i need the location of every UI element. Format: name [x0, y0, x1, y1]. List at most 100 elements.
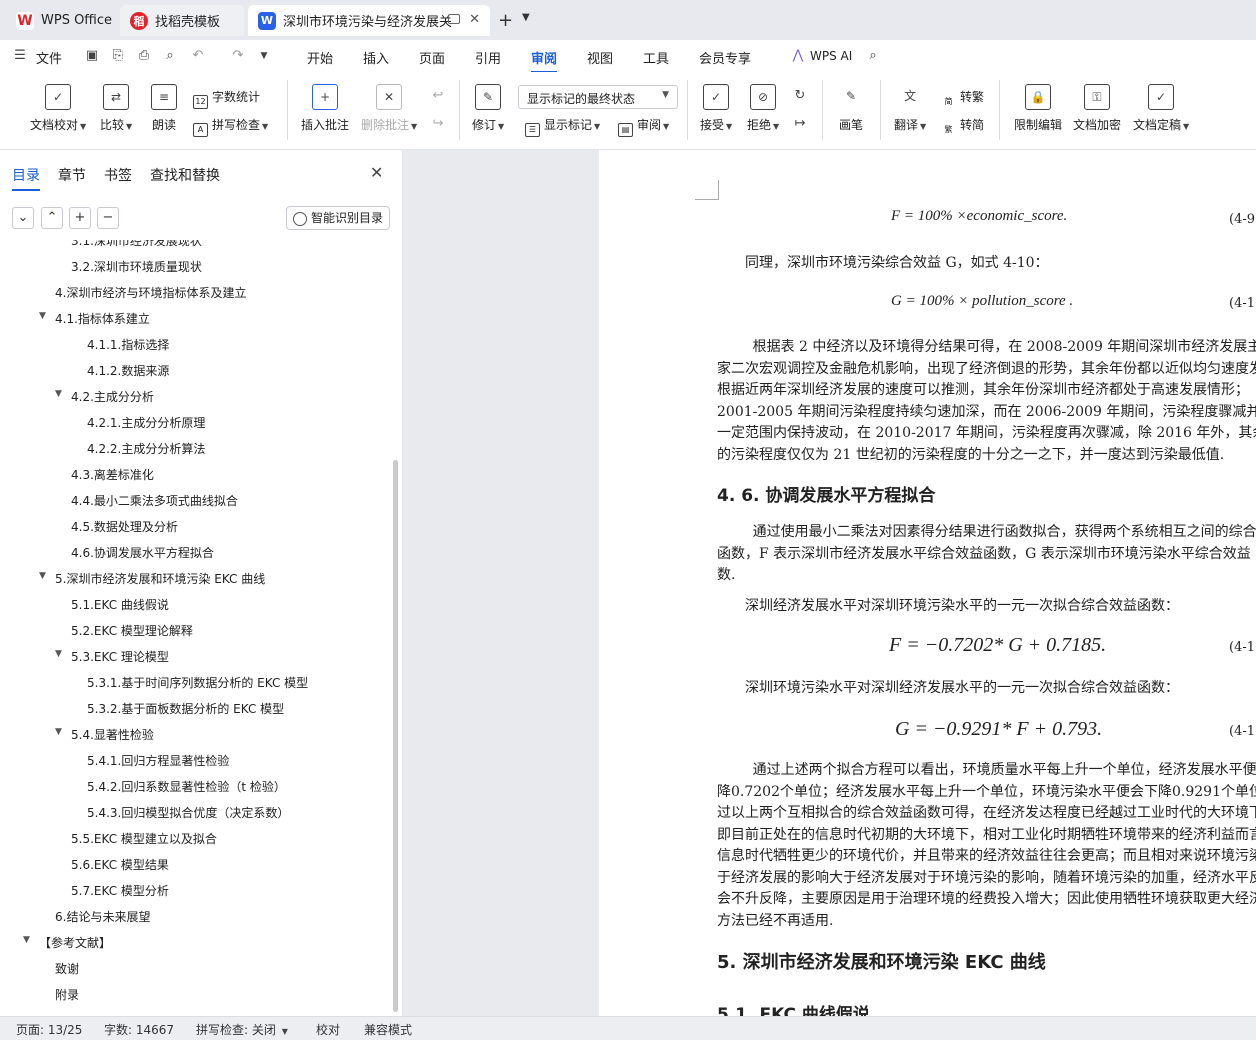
save-icon[interactable]: ▣ — [84, 48, 100, 64]
toc-item[interactable]: 4.5.数据处理及分析 — [71, 518, 178, 535]
toc-item[interactable]: 5.4.3.回归模型拟合优度（决定系数） — [87, 804, 289, 821]
menu-review[interactable]: 审阅 — [531, 48, 558, 73]
insert-comment-button[interactable]: 插入批注 — [301, 84, 349, 133]
tab-find-replace[interactable]: 查找和替换 — [150, 165, 220, 185]
expand-toggle-icon[interactable]: ▼ — [55, 727, 62, 737]
toc-item[interactable]: 附录 — [55, 986, 79, 1003]
next-change-icon[interactable]: ↦ — [792, 116, 808, 132]
read-aloud-button[interactable]: 朗读 — [151, 84, 177, 133]
toc-item[interactable]: ▼ 4.1.指标体系建立 — [39, 310, 150, 327]
hamburger-icon[interactable]: ☰ — [12, 48, 28, 64]
chevron-down-icon[interactable]: ▼ — [256, 48, 272, 64]
toc-item[interactable]: 4.2.1.主成分分析原理 — [87, 414, 205, 431]
chevron-down-icon[interactable]: ▼ — [522, 12, 530, 23]
tab-toc[interactable]: 目录 — [12, 165, 40, 191]
toc-item[interactable]: 5.4.2.回归系数显著性检验（t 检验） — [87, 778, 286, 795]
toc-item[interactable]: 5.6.EKC 模型结果 — [71, 856, 169, 873]
show-markup-button[interactable]: ☰ 显示标记 ▼ — [525, 116, 600, 137]
remove-heading-button[interactable]: − — [97, 207, 119, 229]
toc-item[interactable]: ▼ 5.深圳市经济发展和环境污染 EKC 曲线 — [39, 570, 265, 587]
toc-item[interactable]: 4.6.协调发展水平方程拟合 — [71, 544, 214, 561]
word-count-indicator[interactable]: 字数: 14667 — [104, 1021, 174, 1038]
toc-item[interactable]: 5.3.2.基于面板数据分析的 EKC 模型 — [87, 700, 284, 717]
toc-item[interactable]: ▼ 5.4.显著性检验 — [55, 726, 154, 743]
expand-toggle-icon[interactable]: ▼ — [39, 571, 46, 581]
spell-check-button[interactable]: A 拼写检查 ▼ — [193, 116, 268, 137]
menu-references[interactable]: 引用 — [475, 48, 501, 67]
collapse-all-button[interactable]: ⌄ — [12, 207, 34, 229]
expand-toggle-icon[interactable]: ▼ — [55, 389, 62, 399]
to-simplified-button[interactable]: 繁转简 — [941, 116, 985, 138]
delete-comment-button[interactable]: 删除批注▼ — [361, 84, 417, 133]
toc-item[interactable]: ▼ 4.2.主成分分析 — [55, 388, 154, 405]
reject-button[interactable]: 拒绝▼ — [747, 84, 779, 133]
tab-document[interactable]: W 深圳市环境污染与经济发展关系 ✕ — [248, 5, 490, 36]
toc-item[interactable]: 5.4.1.回归方程显著性检验 — [87, 752, 229, 769]
toc-item[interactable]: 5.1.EKC 曲线假说 — [71, 596, 169, 613]
proof-indicator[interactable]: 校对 — [316, 1021, 340, 1038]
doc-proof-button[interactable]: 文档校对▼ — [30, 84, 86, 133]
toc-item[interactable]: 4.3.离差标准化 — [71, 466, 154, 483]
share-icon[interactable]: ⎘ — [110, 48, 126, 64]
toc-item[interactable]: 5.3.1.基于时间序列数据分析的 EKC 模型 — [87, 674, 308, 691]
pen-button[interactable]: 画笔 — [838, 84, 864, 133]
tab-bookmarks[interactable]: 书签 — [104, 165, 132, 185]
menu-file[interactable]: 文件 — [36, 48, 62, 67]
doc-finalize-button[interactable]: 文档定稿▼ — [1133, 84, 1189, 133]
toc-item[interactable]: 致谢 — [55, 960, 79, 977]
document-page[interactable]: F = 100% ×economic_score. (4-9 同理，深圳市环境污… — [599, 150, 1256, 1016]
previous-change-icon[interactable]: ↻ — [792, 88, 808, 104]
restrict-edit-button[interactable]: 限制编辑 — [1014, 84, 1062, 133]
spell-check-indicator[interactable]: 拼写检查: 关闭 ▼ — [196, 1021, 288, 1038]
toc-item[interactable]: ▼ 【参考文献】 — [23, 934, 111, 951]
toc-item[interactable]: ▼ 5.3.EKC 理论模型 — [55, 648, 169, 665]
expand-up-button[interactable]: ⌃ — [41, 207, 63, 229]
word-count-button[interactable]: 12 字数统计 — [193, 88, 260, 109]
toc-item[interactable]: 4.4.最小二乘法多项式曲线拟合 — [71, 492, 238, 509]
toc-item[interactable]: 5.2.EKC 模型理论解释 — [71, 622, 193, 639]
menu-insert[interactable]: 插入 — [363, 48, 389, 67]
undo-icon[interactable]: ↶ — [190, 48, 206, 64]
compare-button[interactable]: 比较▼ — [100, 84, 132, 133]
search-icon[interactable]: ⌕ — [865, 48, 881, 64]
redo-icon[interactable]: ↷ — [230, 48, 246, 64]
toc-item[interactable]: 4.1.2.数据来源 — [87, 362, 169, 379]
screen-icon[interactable] — [448, 14, 460, 24]
toc-item[interactable]: 3.1.深圳市经济发展现状 — [71, 240, 202, 249]
menu-wps-ai[interactable]: WPS AI — [810, 49, 852, 63]
menu-view[interactable]: 视图 — [587, 48, 613, 67]
expand-toggle-icon[interactable]: ▼ — [55, 649, 62, 659]
page-indicator[interactable]: 页面: 13/25 — [16, 1021, 82, 1038]
markup-state-select[interactable]: 显示标记的最终状态 ▼ — [518, 85, 678, 109]
smart-toc-button[interactable]: 智能识别目录 — [286, 206, 390, 230]
close-icon[interactable]: ✕ — [370, 163, 383, 182]
menu-tools[interactable]: 工具 — [643, 48, 669, 67]
track-changes-button[interactable]: 修订▼ — [472, 84, 504, 133]
scrollbar[interactable] — [393, 460, 398, 1012]
close-icon[interactable]: ✕ — [469, 12, 480, 27]
expand-toggle-icon[interactable]: ▼ — [39, 311, 46, 321]
toc-item[interactable]: 4.1.1.指标选择 — [87, 336, 169, 353]
toc-item[interactable]: 5.7.EKC 模型分析 — [71, 882, 169, 899]
print-preview-icon[interactable]: ⌕ — [162, 48, 178, 64]
menu-page[interactable]: 页面 — [419, 48, 445, 67]
new-tab-button[interactable]: + — [498, 10, 513, 31]
doc-encrypt-button[interactable]: 文档加密 — [1073, 84, 1121, 133]
review-pane-button[interactable]: ▤ 审阅 ▼ — [618, 116, 669, 137]
to-traditional-button[interactable]: 简转繁 — [941, 88, 985, 110]
toc-item[interactable]: 6.结论与未来展望 — [55, 908, 150, 925]
menu-home[interactable]: 开始 — [307, 48, 333, 67]
tab-sections[interactable]: 章节 — [58, 165, 86, 185]
accept-button[interactable]: 接受▼ — [700, 84, 732, 133]
expand-toggle-icon[interactable]: ▼ — [23, 935, 30, 945]
toc-item[interactable]: 5.5.EKC 模型建立以及拟合 — [71, 830, 217, 847]
tab-wps-office[interactable]: W WPS Office — [6, 5, 116, 36]
print-icon[interactable]: ⎙ — [136, 48, 152, 64]
menu-member[interactable]: 会员专享 — [699, 48, 751, 67]
toc-item[interactable]: 4.2.2.主成分分析算法 — [87, 440, 205, 457]
previous-comment-icon[interactable]: ↩ — [430, 88, 446, 104]
add-heading-button[interactable]: + — [69, 207, 91, 229]
tab-templates[interactable]: 稻 找稻壳模板 — [120, 5, 244, 36]
translate-button[interactable]: 翻译▼ — [894, 84, 926, 133]
next-comment-icon[interactable]: ↪ — [430, 116, 446, 132]
